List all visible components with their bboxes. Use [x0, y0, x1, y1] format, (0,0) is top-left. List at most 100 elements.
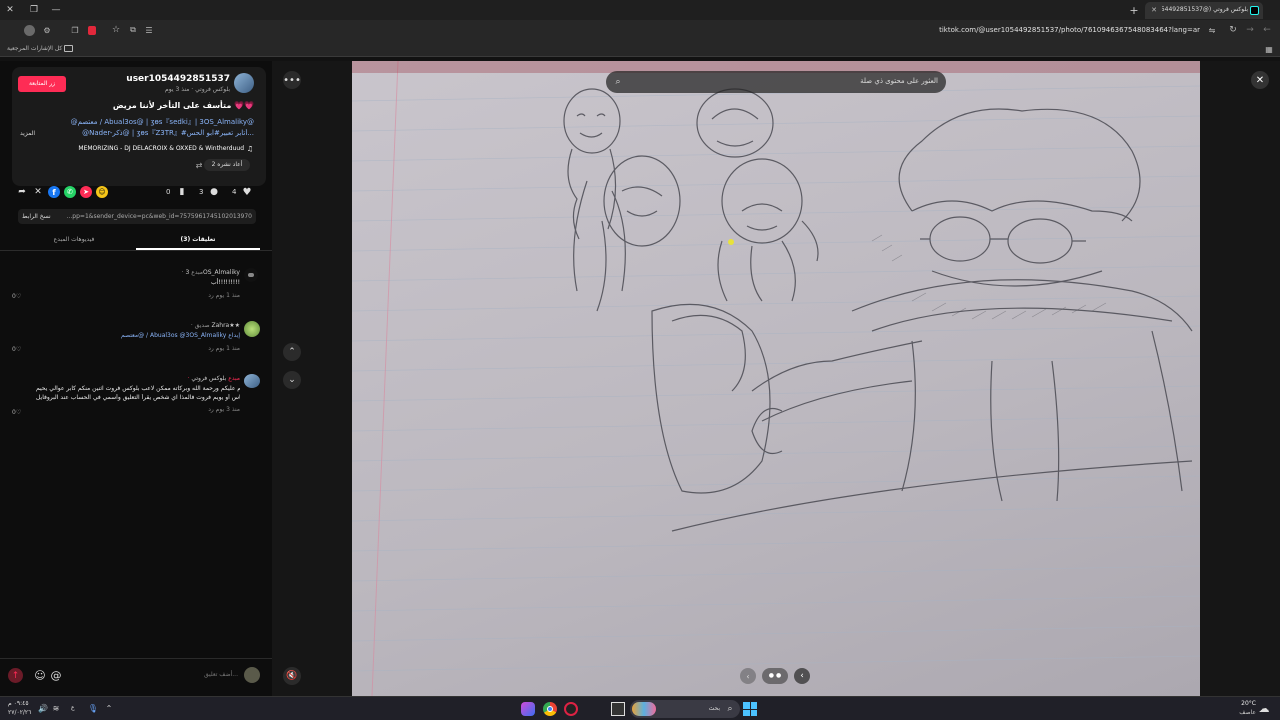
all-bookmarks-label[interactable]: كل الإشارات المرجعية [7, 45, 62, 53]
microphone-icon[interactable]: 🎙 [88, 703, 98, 713]
tab-creator-videos[interactable]: فيديوهات المبدع [12, 236, 136, 244]
more-options-icon[interactable]: ••• [283, 71, 301, 89]
post-info-card: user1054492851537 بلوكس فروتي · منذ 3 يو… [12, 67, 266, 186]
tab-search-icon[interactable]: ❐ [69, 24, 81, 36]
bookmark-icon[interactable]: ▮ [176, 186, 188, 198]
comment-author[interactable]: Zahra★★ [212, 322, 241, 329]
browser-tab[interactable]: ✕ بلوكس فروتي (@user1054492851537 [1145, 2, 1263, 19]
recorder-app-icon[interactable] [564, 702, 578, 716]
author-avatar[interactable] [234, 73, 254, 93]
screen-share-icon[interactable]: ⧉ [127, 24, 139, 36]
comment-author[interactable]: بلوكس فروتي [191, 375, 226, 382]
previous-post-chevron-up-icon[interactable]: ⌃ [283, 343, 301, 361]
like-heart-icon[interactable]: ♥ [241, 186, 253, 198]
start-button-icon[interactable] [743, 702, 757, 716]
close-window-icon[interactable]: ✕ [4, 4, 16, 16]
mute-icon[interactable]: 🔇 [283, 667, 301, 685]
taskbar-search-box[interactable]: بحث ⌕ [630, 700, 740, 718]
comment-heart-icon[interactable]: ♡ [16, 293, 21, 300]
weather-condition[interactable]: عاصف [1230, 709, 1256, 717]
new-tab-icon[interactable]: + [1128, 4, 1140, 17]
url-field[interactable]: tiktok.com/@user1054492851537/photo/7610… [760, 26, 1200, 35]
repost-count-pill[interactable]: أعاد نشره 2 [204, 159, 250, 171]
comment-author-line: · مبدع بلوكس فروتي [60, 375, 240, 383]
comment-like-count: 0♡ [12, 346, 22, 353]
comment-composer: ↑ ☺ @ أضف تعليق... [0, 658, 272, 696]
photo-prev-icon[interactable]: ‹ [740, 668, 756, 684]
comment-avatar[interactable] [244, 268, 258, 282]
forward-icon[interactable]: → [1244, 24, 1256, 36]
minimize-window-icon[interactable]: — [50, 4, 62, 16]
back-icon[interactable]: ← [1261, 24, 1273, 36]
close-viewer-icon[interactable]: ✕ [1251, 71, 1269, 89]
input-language[interactable]: ع [71, 704, 75, 712]
clock-time[interactable]: ٠٩:٤٥ م [8, 700, 29, 708]
chrome-app-icon[interactable] [543, 702, 557, 716]
profile-avatar[interactable] [24, 25, 35, 36]
comment-bubble-icon[interactable]: ● [208, 186, 220, 198]
clock-date[interactable]: ٢٧/٠٢/٢٦ [8, 709, 31, 717]
wifi-icon[interactable]: ≋ [51, 703, 61, 713]
share-arrow-icon[interactable]: ➦ [16, 186, 28, 198]
follow-button[interactable]: زر المتابعة [18, 76, 66, 92]
comment-avatar[interactable] [244, 374, 260, 388]
comment-text: أب!!!!!!!!! [211, 279, 240, 286]
comment-meta: منذ 3 يوم رد [208, 406, 240, 413]
comment-author-line: · صديق Zahra★★ [60, 322, 240, 330]
post-photo: ⌕ العثور على محتوى ذي صلة ‹ ● ● ‹ [352, 61, 1200, 696]
copy-link-button[interactable]: نسخ الرابط [22, 213, 51, 221]
weather-temp[interactable]: 20°C [1230, 700, 1256, 708]
caption-mentions-line2[interactable]: @Nader-ذكر@ | ʒɵs『Z3TR』#أتابر تعبير#ابو … [46, 129, 254, 138]
comment-input[interactable]: أضف تعليق... [66, 671, 238, 679]
next-post-chevron-down-icon[interactable]: ⌄ [283, 371, 301, 389]
comments-count: 3 [199, 188, 204, 196]
extension-icon[interactable]: ⚙ [41, 24, 53, 36]
emoji-icon[interactable]: ☺ [33, 668, 47, 682]
whatsapp-share-icon[interactable]: ✆ [64, 186, 76, 198]
apps-grid-icon[interactable]: ▦ [1264, 44, 1274, 54]
search-input[interactable]: العثور على محتوى ذي صلة [726, 77, 938, 86]
comment-heart-icon[interactable]: ♡ [16, 409, 21, 416]
taskbar-search-label: بحث [708, 705, 720, 712]
comment-heart-icon[interactable]: ♡ [16, 346, 21, 353]
repost-icon[interactable]: ⇄ [194, 160, 204, 170]
photo-next-icon[interactable]: ‹ [794, 668, 810, 684]
reload-icon[interactable]: ↻ [1227, 24, 1239, 36]
comment-badge: · صديق [190, 322, 210, 329]
restore-window-icon[interactable]: ❐ [28, 4, 40, 16]
related-search-bar[interactable]: ⌕ العثور على محتوى ذي صلة [606, 71, 946, 93]
task-view-icon[interactable] [611, 702, 625, 716]
comment-meta: منذ 1 يوم رد [208, 345, 240, 352]
tray-chevron-up-icon[interactable]: ⌃ [104, 703, 114, 713]
browser-title-bar: ✕ ❐ — + ✕ بلوكس فروتي (@user105449285153… [0, 0, 1280, 20]
music-note-icon: ♫ [246, 145, 254, 153]
music-title[interactable]: MEMORIZING - DJ DELACROIX & OXXED & Wint… [32, 145, 244, 153]
weather-wind-icon[interactable]: ☁ [1257, 701, 1271, 715]
x-share-icon[interactable]: ✕ [32, 186, 44, 198]
caption-mentions-line1[interactable]: @معتصم / Abual3os@ | ʒɵs『sedki』| 3OS_Alm… [46, 118, 254, 127]
see-more-link[interactable]: المزيد [20, 130, 35, 138]
site-info-icon[interactable]: ⇋ [1206, 24, 1218, 36]
search-icon[interactable]: ⌕ [612, 76, 624, 88]
facebook-share-icon[interactable]: f [48, 186, 60, 198]
comment-avatar[interactable] [244, 321, 260, 337]
tabs-divider [0, 250, 272, 251]
bookmark-star-icon[interactable]: ☆ [110, 24, 122, 36]
send-share-icon[interactable]: ➤ [80, 186, 92, 198]
mention-icon[interactable]: @ [49, 668, 63, 682]
author-username[interactable]: user1054492851537 [72, 74, 230, 84]
tab-close-icon[interactable]: ✕ [1149, 5, 1159, 15]
bookmarks-folder-icon [64, 45, 73, 52]
record-extension-icon[interactable] [88, 26, 96, 35]
tab-comments[interactable]: تعليقات (3) [136, 236, 260, 244]
comment-text: السلام عليكم ورحمة الله وبركاته ممكن لاع… [36, 385, 240, 392]
search-highlight-image [632, 702, 656, 716]
embed-share-icon[interactable]: ☺ [96, 186, 108, 198]
copilot-app-icon[interactable] [521, 702, 535, 716]
comment-text-line2: ياس أو يويم فروت فالمذا اي شخص يقرأ التع… [36, 394, 240, 401]
likes-count: 4 [232, 188, 237, 196]
share-link-row: نسخ الرابط ...pp=1&sender_device=pc&web_… [18, 209, 256, 224]
volume-icon[interactable]: 🔊 [38, 703, 48, 713]
post-comment-button[interactable]: ↑ [8, 668, 23, 683]
site-settings-icon[interactable]: ☰ [143, 24, 155, 36]
